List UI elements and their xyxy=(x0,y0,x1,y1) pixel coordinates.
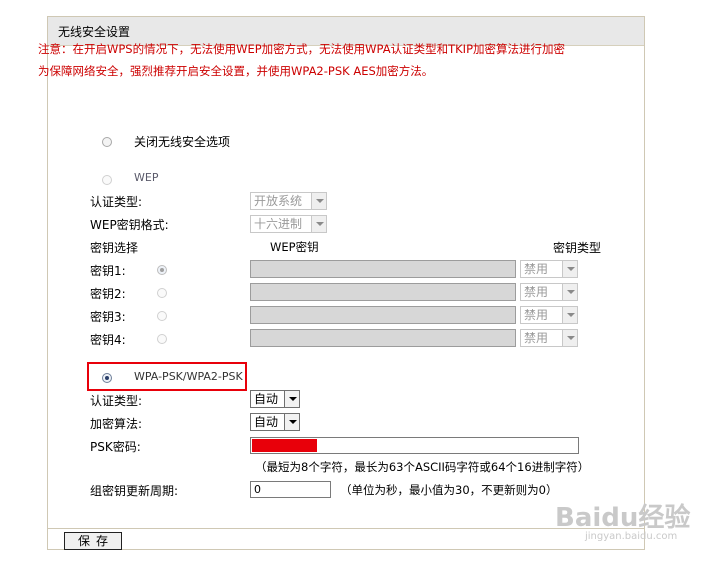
psk-redacted-fill xyxy=(252,439,318,452)
wep-key2-type-value: 禁用 xyxy=(524,285,549,299)
chevron-down-icon xyxy=(562,284,577,300)
wep-key4-type-select[interactable]: 禁用 xyxy=(520,329,578,347)
baidu-watermark-url: jingyan.baidu.com xyxy=(585,531,678,542)
wpa-cipher-label: 加密算法: xyxy=(90,417,143,431)
radio-disable-security[interactable] xyxy=(102,137,112,147)
wep-key-format-value: 十六进制 xyxy=(254,217,303,231)
wep-key3-input[interactable] xyxy=(250,306,516,324)
security-notice: 注意：在开启WPS的情况下，无法使用WEP加密方式，无法使用WPA认证类型和TK… xyxy=(38,42,566,78)
chevron-down-icon xyxy=(284,414,299,430)
wep-auth-type-select[interactable]: 开放系统 xyxy=(250,192,327,210)
wep-key2-label: 密钥2: xyxy=(90,287,126,301)
chevron-down-icon xyxy=(311,193,326,209)
rekey-period-label: 组密钥更新周期: xyxy=(90,484,179,498)
baidu-watermark: Baidu经验 xyxy=(555,503,691,533)
psk-password-label: PSK密码: xyxy=(90,440,141,454)
wep-key-format-select[interactable]: 十六进制 xyxy=(250,215,327,233)
rekey-period-value: 0 xyxy=(254,483,261,496)
wep-key1-label: 密钥1: xyxy=(90,264,126,278)
wep-key3-label: 密钥3: xyxy=(90,310,126,324)
chevron-down-icon xyxy=(562,307,577,323)
wep-key-format-label: WEP密钥格式: xyxy=(90,218,169,232)
key-select-header: 密钥选择 xyxy=(90,241,139,255)
save-button[interactable]: 保存 xyxy=(64,532,122,550)
radio-wep-key4[interactable] xyxy=(157,334,167,344)
wep-key1-input[interactable] xyxy=(250,260,516,278)
wpa-auth-type-select[interactable]: 自动 xyxy=(250,390,300,408)
wep-key1-type-select[interactable]: 禁用 xyxy=(520,260,578,278)
wep-key2-input[interactable] xyxy=(250,283,516,301)
radio-wep-key1[interactable] xyxy=(157,265,167,275)
radio-wep-key3[interactable] xyxy=(157,311,167,321)
psk-hint: （最短为8个字符，最长为63个ASCII码字符或64个16进制字符） xyxy=(255,460,590,474)
wpa-cipher-value: 自动 xyxy=(254,415,279,429)
wep-auth-type-label: 认证类型: xyxy=(90,195,143,209)
key-type-header: 密钥类型 xyxy=(553,241,602,255)
wep-key4-input[interactable] xyxy=(250,329,516,347)
wep-label: WEP xyxy=(134,171,159,184)
disable-security-label: 关闭无线安全选项 xyxy=(134,135,231,149)
wep-key1-type-value: 禁用 xyxy=(524,262,549,276)
wep-key4-type-value: 禁用 xyxy=(524,331,549,345)
chevron-down-icon xyxy=(311,216,326,232)
radio-wep-key2[interactable] xyxy=(157,288,167,298)
radio-wpa-psk[interactable] xyxy=(102,373,112,383)
rekey-period-hint: （单位为秒，最小值为30，不更新则为0） xyxy=(340,483,558,497)
wep-key3-type-select[interactable]: 禁用 xyxy=(520,306,578,324)
wpa-auth-type-value: 自动 xyxy=(254,392,279,406)
wep-auth-type-value: 开放系统 xyxy=(254,194,303,208)
wpa-psk-label: WPA-PSK/WPA2-PSK xyxy=(134,370,243,383)
wep-key3-type-value: 禁用 xyxy=(524,308,549,322)
chevron-down-icon xyxy=(562,261,577,277)
chevron-down-icon xyxy=(562,330,577,346)
chevron-down-icon xyxy=(284,391,299,407)
wep-key-header: WEP密钥 xyxy=(270,240,319,254)
radio-wep[interactable] xyxy=(102,175,112,185)
psk-password-input[interactable] xyxy=(250,437,579,454)
rekey-period-input[interactable]: 0 xyxy=(250,481,331,498)
wep-key4-label: 密钥4: xyxy=(90,333,126,347)
wep-key2-type-select[interactable]: 禁用 xyxy=(520,283,578,301)
wpa-auth-type-label: 认证类型: xyxy=(90,394,143,408)
wpa-cipher-select[interactable]: 自动 xyxy=(250,413,300,431)
